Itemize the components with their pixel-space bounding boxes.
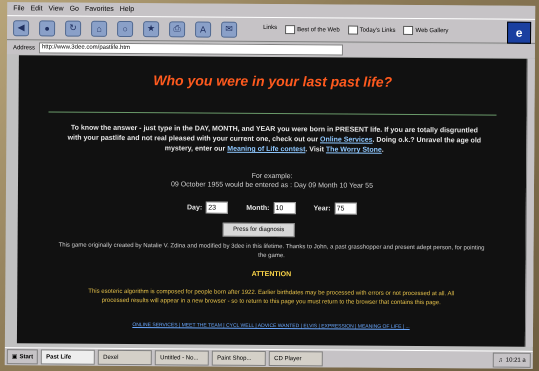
font-icon[interactable]: A: [195, 20, 212, 38]
divider: [48, 111, 497, 116]
refresh-icon[interactable]: ↻: [65, 20, 82, 37]
system-tray: ♫ 10:21 a: [493, 352, 531, 368]
task-past-life[interactable]: Past Life: [41, 349, 96, 365]
task-paint-shop[interactable]: Paint Shop...: [212, 350, 267, 366]
menu-favorites[interactable]: Favorites: [85, 6, 114, 13]
home-icon[interactable]: ⌂: [91, 20, 108, 37]
intro-text-3: . Visit: [305, 146, 324, 154]
link-best-of-web[interactable]: Best of the Web: [285, 25, 340, 35]
link-todays-links[interactable]: Today's Links: [347, 25, 396, 35]
credit-text: This game originally created by Natalie …: [58, 242, 485, 260]
day-field-group: Day:: [186, 201, 229, 214]
links-bar: Links Best of the Web Today's Links Web …: [263, 25, 448, 35]
day-label: Day:: [186, 203, 203, 212]
intro-paragraph: To know the answer - just type in the DA…: [64, 124, 484, 157]
month-input[interactable]: [273, 202, 296, 215]
search-icon[interactable]: ○: [117, 20, 134, 37]
online-services-link[interactable]: Online Services: [320, 136, 373, 143]
address-label: Address: [12, 44, 35, 51]
page-icon: [347, 25, 358, 35]
clock: 10:21 a: [505, 357, 526, 364]
menu-edit[interactable]: Edit: [30, 5, 42, 12]
menu-file[interactable]: File: [13, 5, 24, 12]
page-title: Who you were in your last past life?: [153, 72, 393, 90]
web-page: Who you were in your last past life? To …: [16, 55, 527, 347]
menu-go[interactable]: Go: [70, 6, 79, 13]
diagnosis-button[interactable]: Press for diagnosis: [222, 222, 295, 238]
start-label: Start: [19, 353, 34, 360]
links-label: Links: [263, 24, 278, 32]
warning-text: This esoteric algorithm is composed for …: [88, 288, 455, 307]
intro-text-4: .: [381, 146, 384, 154]
link-todays-links-label: Today's Links: [359, 27, 396, 34]
worry-stone-link[interactable]: The Worry Stone: [326, 146, 382, 153]
year-input[interactable]: [334, 202, 357, 215]
taskbar: ▣ Start Past Life Dexel Untitled - No...…: [4, 347, 533, 369]
speaker-icon[interactable]: ♫: [498, 357, 503, 363]
browser-screen: File Edit View Go Favorites Help ◀ ● ↻ ⌂…: [4, 2, 536, 369]
meaning-of-life-link[interactable]: Meaning of Life contest: [227, 146, 305, 154]
year-field-group: Year:: [313, 202, 357, 215]
menu-view[interactable]: View: [49, 5, 64, 12]
start-button[interactable]: ▣ Start: [6, 349, 39, 365]
menu-help[interactable]: Help: [120, 6, 134, 13]
link-web-gallery[interactable]: Web Gallery: [403, 25, 449, 35]
print-icon[interactable]: ⎙: [169, 20, 186, 37]
birthdate-form: Day: Month: Year:: [18, 200, 526, 216]
ie-logo-icon: e: [506, 21, 532, 44]
mail-icon[interactable]: ✉: [221, 21, 238, 38]
month-field-group: Month:: [246, 202, 296, 215]
link-web-gallery-label: Web Gallery: [415, 27, 449, 34]
address-input[interactable]: http://www.3dee.com/pastlife.htm: [38, 42, 344, 56]
task-untitled[interactable]: Untitled - No...: [155, 350, 210, 366]
footer-links[interactable]: ONLINE SERVICES | MEET THE TEAM | CYCL W…: [17, 321, 525, 332]
toolbar: ◀ ● ↻ ⌂ ○ ★ ⎙ A ✉ Links Best of the Web …: [7, 15, 536, 44]
page-icon: [285, 25, 296, 35]
link-best-of-web-label: Best of the Web: [297, 26, 340, 33]
windows-logo-icon: ▣: [11, 354, 18, 361]
month-label: Month:: [246, 204, 270, 212]
page-icon: [403, 25, 414, 35]
favorites-icon[interactable]: ★: [143, 20, 160, 37]
task-dexel[interactable]: Dexel: [98, 349, 153, 366]
back-icon[interactable]: ◀: [13, 19, 30, 36]
example-block: For example: 09 October 1955 would be en…: [18, 170, 526, 192]
day-input[interactable]: [206, 201, 229, 214]
task-cd-player[interactable]: CD Player: [269, 350, 324, 367]
year-label: Year:: [313, 204, 331, 212]
stop-icon[interactable]: ●: [39, 19, 56, 36]
attention-heading: ATTENTION: [251, 270, 292, 279]
